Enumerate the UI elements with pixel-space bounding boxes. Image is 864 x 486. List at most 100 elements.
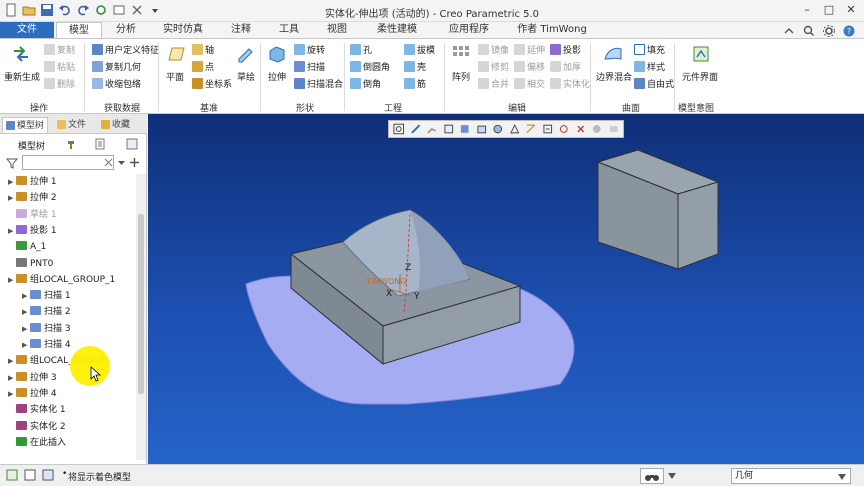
freestyle-button[interactable]: 自由式 [634, 78, 674, 91]
chamfer-button[interactable]: 倒角 [350, 78, 381, 91]
plane-icon[interactable] [164, 43, 186, 65]
expand-arrow-icon[interactable]: ▶ [8, 174, 16, 190]
mirror-button[interactable]: 镜像 [478, 44, 509, 57]
show-menu-icon[interactable] [94, 138, 106, 150]
draft-button[interactable]: 拔模 [404, 44, 435, 57]
tree-item[interactable]: A_1 [8, 239, 46, 255]
shell-button[interactable]: 壳 [404, 61, 426, 74]
sketch-button[interactable]: 草绘 [237, 70, 255, 83]
offset-button[interactable]: 偏移 [514, 61, 545, 74]
expand-arrow-icon[interactable]: ▶ [8, 223, 16, 239]
hole-button[interactable]: 孔 [350, 44, 372, 57]
expand-arrow-icon[interactable]: ▶ [8, 370, 16, 386]
intersect-button[interactable]: 相交 [514, 78, 545, 91]
tree-item[interactable]: 实体化 2 [8, 419, 66, 435]
tree-item[interactable]: 实体化 1 [8, 402, 66, 418]
pattern-button[interactable]: 阵列 [452, 70, 470, 83]
fill-button[interactable]: 填充 [634, 44, 665, 57]
hammer-icon[interactable] [66, 138, 78, 150]
shrinkwrap-button[interactable]: 收缩包络 [92, 78, 141, 91]
plane-button[interactable]: 平面 [166, 70, 184, 83]
component-interface-button[interactable]: 元件界面 [682, 70, 718, 83]
tab-live-simulation[interactable]: 实时仿真 [150, 22, 216, 38]
collapse-ribbon-icon[interactable] [782, 24, 796, 38]
maximize-button[interactable]: □ [822, 3, 836, 17]
project-button[interactable]: 投影 [550, 44, 581, 57]
tab-annotate[interactable]: 注释 [218, 22, 264, 38]
sketch-icon[interactable] [235, 43, 257, 65]
group-shapes[interactable]: 形状 [296, 101, 314, 114]
component-interface-icon[interactable] [690, 43, 712, 65]
copy-button[interactable]: 复制 [44, 44, 75, 57]
rib-button[interactable]: 筋 [404, 78, 426, 91]
group-engineering[interactable]: 工程 [384, 101, 402, 114]
geometry-filter-select[interactable]: 几何 [731, 468, 851, 484]
scrollbar-thumb[interactable] [138, 214, 144, 394]
help-icon[interactable]: ? [842, 24, 856, 38]
swept-blend-button[interactable]: 扫描混合 [294, 78, 343, 91]
expand-arrow-icon[interactable]: ▶ [8, 386, 16, 402]
minimize-button[interactable]: – [800, 3, 814, 17]
settings-icon[interactable] [822, 24, 836, 38]
expand-arrow-icon[interactable]: ▶ [22, 321, 30, 337]
extend-button[interactable]: 延伸 [514, 44, 545, 57]
cube-right[interactable] [677, 181, 719, 270]
tree-item[interactable]: ▶ 投影 1 [8, 223, 57, 239]
clear-search-icon[interactable] [104, 158, 113, 167]
round-button[interactable]: 倒圆角 [350, 61, 390, 74]
tree-item[interactable]: ▶ 拉伸 1 [8, 174, 57, 190]
paste-button[interactable]: 粘贴 [44, 61, 75, 74]
add-icon[interactable] [129, 157, 140, 168]
tree-scrollbar[interactable] [136, 174, 146, 460]
chevron-down-icon[interactable] [838, 474, 846, 480]
expand-arrow-icon[interactable]: ▶ [8, 190, 16, 206]
tab-applications[interactable]: 应用程序 [434, 22, 504, 38]
point-button[interactable]: 点 [192, 61, 214, 74]
tree-item[interactable]: PNT0 [8, 256, 53, 272]
expand-arrow-icon[interactable]: ▶ [8, 272, 16, 288]
tab-analysis[interactable]: 分析 [104, 22, 148, 38]
tab-model[interactable]: 模型 [56, 22, 102, 38]
axis-button[interactable]: 轴 [192, 44, 214, 57]
group-surfaces[interactable]: 曲面 [622, 101, 640, 114]
search-icon[interactable] [802, 24, 816, 38]
tree-settings-icon[interactable] [126, 138, 138, 150]
group-editing[interactable]: 编辑 [508, 101, 526, 114]
group-datum[interactable]: 基准 [200, 101, 218, 114]
regenerate-icon[interactable] [10, 43, 32, 65]
expand-arrow-icon[interactable]: ▶ [22, 337, 30, 353]
boundary-blend-button[interactable]: 边界混合 [596, 70, 632, 83]
style-button[interactable]: 样式 [634, 61, 665, 74]
tree-item[interactable]: 在此插入 [8, 435, 66, 451]
tab-author[interactable]: 作者 TimWong [506, 22, 598, 38]
tab-favorites[interactable]: 收藏 [98, 117, 133, 133]
chevron-down-icon[interactable] [117, 158, 126, 167]
delete-button[interactable]: 删除 [44, 78, 75, 91]
solidify-button[interactable]: 实体化 [550, 78, 590, 91]
selection-filter-toggle[interactable] [640, 468, 664, 484]
tree-item[interactable]: ▶ 扫描 2 [22, 304, 71, 320]
regenerate-button[interactable]: 重新生成 [4, 70, 40, 83]
tree-item[interactable]: ▶ 拉伸 2 [8, 190, 57, 206]
pattern-icon[interactable] [450, 43, 472, 65]
group-operations[interactable]: 操作 [30, 101, 48, 114]
boundary-blend-icon[interactable] [602, 43, 624, 65]
sweep-button[interactable]: 扫描 [294, 61, 325, 74]
close-button[interactable]: ✕ [844, 3, 858, 17]
extrude-icon[interactable] [266, 43, 288, 65]
tree-item[interactable]: 草绘 1 [8, 207, 57, 223]
tab-folder-browser[interactable]: 文件 [54, 117, 89, 133]
show-browser-icon[interactable] [24, 469, 36, 481]
tab-file[interactable]: 文件 [0, 22, 54, 38]
merge-button[interactable]: 合并 [478, 78, 509, 91]
filter-icon[interactable] [6, 157, 18, 169]
expand-arrow-icon[interactable]: ▶ [22, 288, 30, 304]
tab-flexible-modeling[interactable]: 柔性建模 [362, 22, 432, 38]
copy-geometry-button[interactable]: 复制几何 [92, 61, 141, 74]
tree-search-input[interactable] [22, 155, 114, 170]
expand-arrow-icon[interactable]: ▶ [22, 304, 30, 320]
graphics-viewport[interactable]: Z X Y TIMWONG [148, 114, 864, 464]
thicken-button[interactable]: 加厚 [550, 61, 581, 74]
revolve-button[interactable]: 旋转 [294, 44, 325, 57]
group-model-intent[interactable]: 模型意图 [678, 101, 714, 114]
